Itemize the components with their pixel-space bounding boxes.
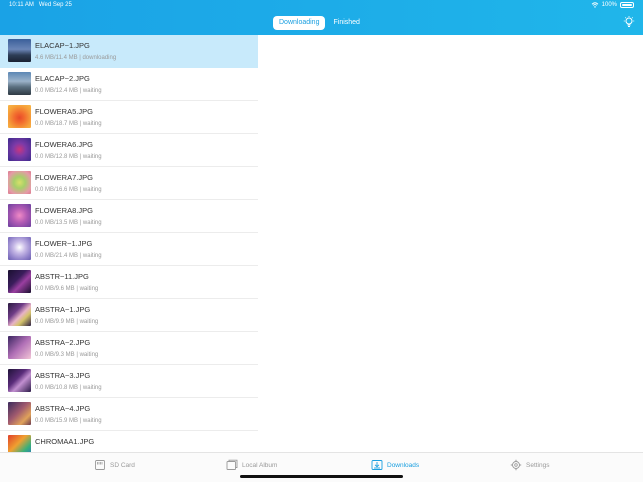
thumbnail-image: [8, 270, 31, 293]
thumbnail-image: [8, 105, 31, 128]
status-right: 100%: [591, 2, 634, 8]
thumbnail-image: [8, 369, 31, 392]
file-name: CHROMAA1.JPG: [35, 437, 95, 446]
thumbnail-image: [8, 171, 31, 194]
thumbnail-image: [8, 303, 31, 326]
file-name: ABSTRA~4.JPG: [35, 404, 91, 413]
download-item[interactable]: FLOWERA6.JPG 0.0 MB/12.8 MB | waiting: [0, 134, 258, 167]
download-item[interactable]: ELACAP~2.JPG 0.0 MB/12.4 MB | waiting: [0, 68, 258, 101]
download-item[interactable]: FLOWERA5.JPG 0.0 MB/18.7 MB | waiting: [0, 101, 258, 134]
thumbnail-image: [8, 39, 31, 62]
file-name: ELACAP~1.JPG: [35, 41, 90, 50]
segment-finished[interactable]: Finished: [327, 16, 365, 30]
status-time: 10:11 AM Wed Sep 25: [9, 2, 72, 8]
file-name: FLOWERA5.JPG: [35, 107, 93, 116]
file-status: 0.0 MB/9.6 MB | waiting: [35, 286, 99, 292]
file-status: 0.0 MB/12.8 MB | waiting: [35, 154, 102, 160]
file-status: 0.0 MB/18.7 MB | waiting: [35, 121, 102, 127]
wifi-icon: [591, 2, 598, 8]
download-item[interactable]: CHROMAA1.JPG: [0, 431, 258, 453]
settings-icon: [510, 459, 522, 471]
file-status: 0.0 MB/16.6 MB | waiting: [35, 187, 102, 193]
file-status: 0.0 MB/15.9 MB | waiting: [35, 418, 102, 424]
battery-icon: [620, 2, 634, 8]
file-name: FLOWERA8.JPG: [35, 206, 93, 215]
file-name: FLOWERA7.JPG: [35, 173, 93, 182]
tab-settings[interactable]: Settings: [510, 458, 550, 472]
file-status: 0.0 MB/12.4 MB | waiting: [35, 88, 102, 94]
file-status: 4.6 MB/11.4 MB | downloading: [35, 55, 117, 61]
download-item[interactable]: FLOWERA7.JPG 0.0 MB/16.6 MB | waiting: [0, 167, 258, 200]
thumbnail-image: [8, 204, 31, 227]
home-indicator: [240, 475, 403, 478]
file-status: 0.0 MB/9.3 MB | waiting: [35, 352, 99, 358]
download-list: ELACAP~1.JPG 4.6 MB/11.4 MB | downloadin…: [0, 35, 258, 453]
top-header: 10:11 AM Wed Sep 25 100% Downloading Fin…: [0, 0, 643, 35]
tab-label: Downloads: [387, 461, 420, 469]
tab-label: Settings: [526, 461, 550, 469]
tab-sd-card[interactable]: SD Card: [94, 458, 135, 472]
download-item[interactable]: ABSTR~11.JPG 0.0 MB/9.6 MB | waiting: [0, 266, 258, 299]
tab-local-album[interactable]: Local Album: [226, 458, 277, 472]
download-item[interactable]: ABSTRA~3.JPG 0.0 MB/10.8 MB | waiting: [0, 365, 258, 398]
thumbnail-image: [8, 237, 31, 260]
file-name: ELACAP~2.JPG: [35, 74, 90, 83]
thumbnail-image: [8, 138, 31, 161]
segmented-control: Downloading Finished: [273, 15, 366, 31]
thumbnail-image: [8, 72, 31, 95]
file-name: FLOWER~1.JPG: [35, 239, 93, 248]
thumbnail-image: [8, 402, 31, 425]
file-name: ABSTRA~1.JPG: [35, 305, 91, 314]
file-name: FLOWERA6.JPG: [35, 140, 93, 149]
sd-card-icon: [95, 460, 105, 470]
file-status: 0.0 MB/10.8 MB | waiting: [35, 385, 102, 391]
status-time-text: 10:11 AM: [9, 2, 34, 8]
battery-percent: 100%: [601, 2, 617, 8]
downloads-icon: [371, 460, 383, 470]
download-item[interactable]: FLOWER~1.JPG 0.0 MB/21.4 MB | waiting: [0, 233, 258, 266]
album-icon: [226, 459, 238, 470]
file-name: ABSTRA~3.JPG: [35, 371, 91, 380]
thumbnail-image: [8, 435, 31, 453]
tab-label: Local Album: [242, 461, 278, 469]
tab-downloads[interactable]: Downloads: [371, 458, 419, 472]
lightbulb-icon[interactable]: [623, 16, 635, 28]
thumbnail-image: [8, 336, 31, 359]
file-name: ABSTR~11.JPG: [35, 272, 89, 281]
download-item[interactable]: FLOWERA8.JPG 0.0 MB/13.5 MB | waiting: [0, 200, 258, 233]
download-item[interactable]: ELACAP~1.JPG 4.6 MB/11.4 MB | downloadin…: [0, 35, 258, 68]
download-item[interactable]: ABSTRA~1.JPG 0.0 MB/9.9 MB | waiting: [0, 299, 258, 332]
download-item[interactable]: ABSTRA~4.JPG 0.0 MB/15.9 MB | waiting: [0, 398, 258, 431]
file-status: 0.0 MB/13.5 MB | waiting: [35, 220, 102, 226]
segment-downloading[interactable]: Downloading: [273, 16, 326, 30]
status-date-text: Wed Sep 25: [38, 2, 72, 8]
file-name: ABSTRA~2.JPG: [35, 338, 91, 347]
download-item[interactable]: ABSTRA~2.JPG 0.0 MB/9.3 MB | waiting: [0, 332, 258, 365]
tab-label: SD Card: [110, 461, 135, 469]
file-status: 0.0 MB/21.4 MB | waiting: [35, 253, 102, 259]
file-status: 0.0 MB/9.9 MB | waiting: [35, 319, 99, 325]
